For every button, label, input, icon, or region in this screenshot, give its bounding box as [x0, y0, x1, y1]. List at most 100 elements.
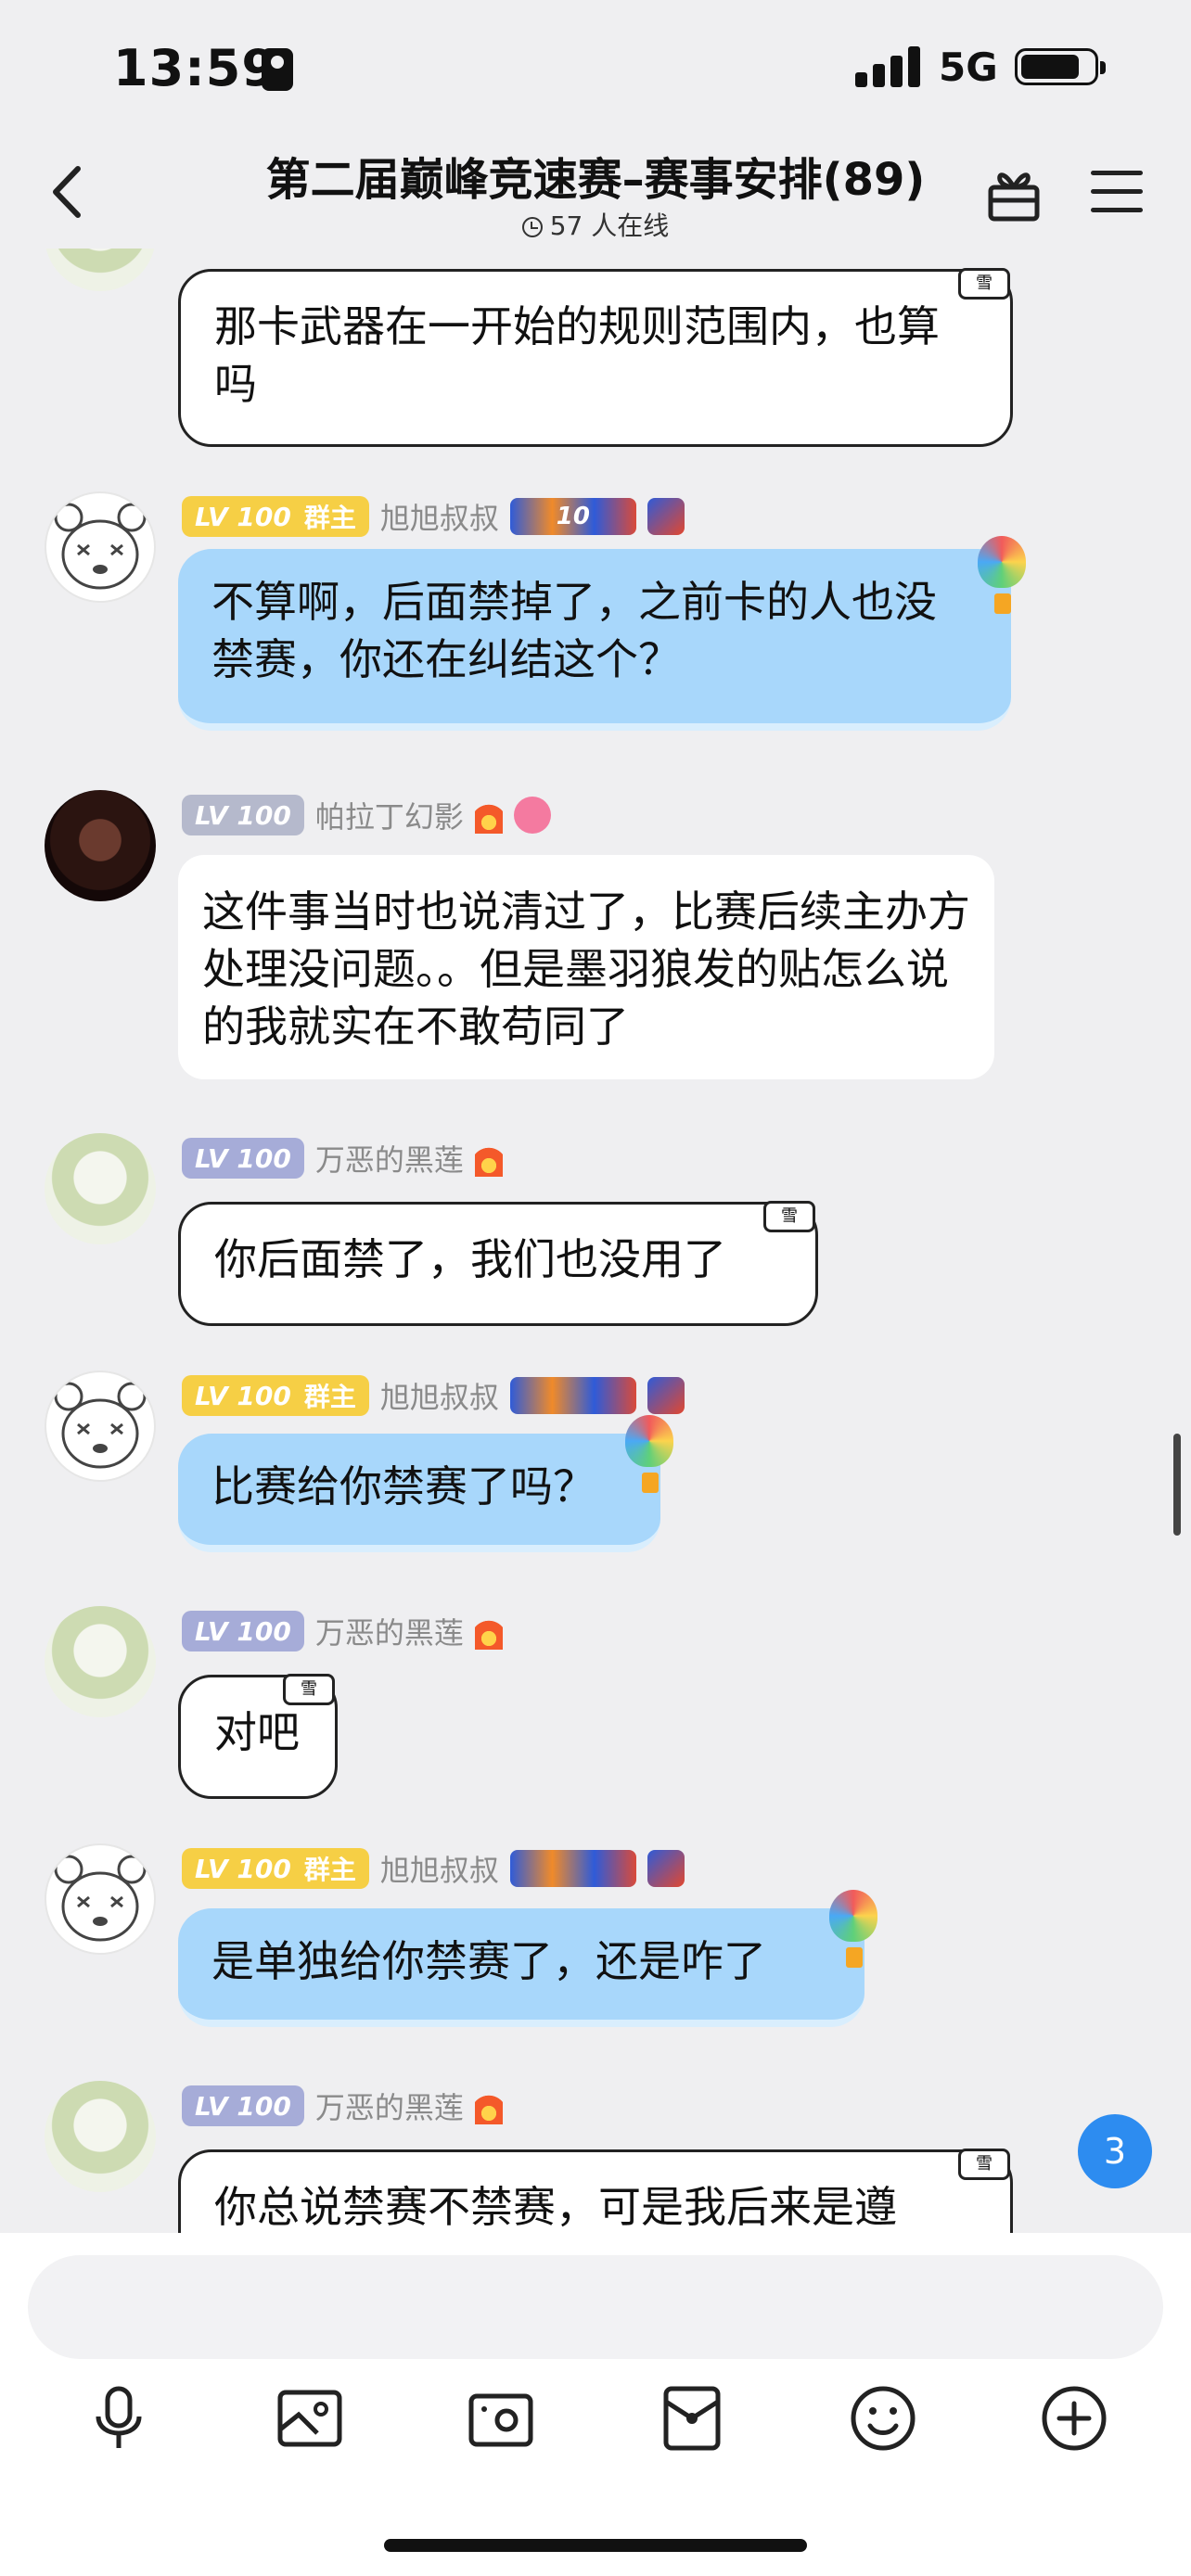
level-badge: LV 100 [182, 2085, 304, 2126]
level-badge: LV 100 群主 [182, 496, 369, 537]
signal-icon [855, 45, 922, 87]
message-meta: LV 100 群主 旭旭叔叔 [182, 1374, 685, 1417]
image-icon [277, 2390, 342, 2447]
sender-name[interactable]: 万恶的黑莲 [315, 1137, 464, 1180]
balloon-icon [625, 1415, 673, 1495]
group-title[interactable]: 第二届巅峰竞速赛–赛事安排(89) [186, 143, 1005, 208]
role-label: 群主 [303, 1382, 356, 1412]
avatar[interactable] [45, 1133, 156, 1244]
bear-icon [54, 1855, 147, 1942]
message-input[interactable] [28, 2255, 1163, 2359]
message-text: 比赛给你禁赛了吗？ [211, 1461, 596, 1511]
gift-icon [988, 172, 1040, 222]
red-packet-button[interactable] [655, 2381, 729, 2455]
chevron-left-icon [53, 166, 81, 218]
bear-icon [54, 1382, 147, 1469]
message-text: 你总说禁赛不禁赛，可是我后来是遵 [214, 2182, 897, 2232]
level-text: LV 100 [195, 1853, 291, 1884]
level-badge: LV 100 [182, 795, 304, 835]
avatar[interactable] [45, 2081, 156, 2192]
home-indicator[interactable] [384, 2539, 807, 2552]
message-bubble[interactable]: 比赛给你禁赛了吗？ [178, 1434, 660, 1552]
star-badge-icon [647, 498, 685, 535]
balloon-icon [829, 1890, 877, 1970]
input-area [0, 2233, 1191, 2576]
level-text: LV 100 [195, 1615, 291, 1647]
message-text: 你后面禁了，我们也没用了 [214, 1234, 726, 1284]
message-meta: LV 100 帕拉丁幻影 [182, 794, 551, 836]
message-text: 对吧 [214, 1707, 300, 1757]
bubble-tag: 雪 [958, 268, 1010, 300]
message-text: 那卡武器在一开始的规则范围内，也算吗 [214, 301, 940, 409]
level-badge: LV 100 [182, 1611, 304, 1651]
avatar[interactable] [45, 1371, 156, 1482]
message-bubble[interactable]: 雪 你后面禁了，我们也没用了 [178, 1201, 818, 1326]
menu-icon [1091, 171, 1143, 175]
network-label: 5G [939, 45, 998, 90]
fire-icon [474, 1613, 503, 1650]
image-button[interactable] [273, 2381, 347, 2455]
online-icon [521, 217, 543, 237]
message-meta: LV 100 群主 旭旭叔叔 10 [182, 495, 685, 538]
message-bubble[interactable]: 雪 那卡武器在一开始的规则范围内，也算吗 [178, 268, 1013, 447]
red-packet-icon [663, 2386, 721, 2451]
avatar[interactable] [45, 249, 156, 291]
back-button[interactable] [41, 159, 96, 224]
sender-name[interactable]: 万恶的黑莲 [315, 2085, 464, 2127]
bubble-tag: 雪 [958, 2149, 1010, 2180]
smile-badge-icon [513, 797, 551, 834]
message-text: 不算啊，后面禁掉了，之前卡的人也没禁赛，你还在纠结这个？ [211, 577, 937, 684]
sender-name[interactable]: 旭旭叔叔 [380, 1847, 499, 1890]
message-text: 这件事当时也说清过了，比赛后续主办方处理没问题。。但是墨羽狼发的贴怎么说的我就实… [202, 886, 970, 1052]
status-time: 13:59 [113, 39, 277, 97]
menu-button[interactable] [1091, 169, 1145, 215]
level-badge: LV 100 群主 [182, 1375, 369, 1416]
avatar[interactable] [45, 1606, 156, 1717]
fire-icon [474, 797, 503, 834]
bubble-tag: 雪 [763, 1201, 815, 1232]
sender-name[interactable]: 旭旭叔叔 [380, 1374, 499, 1417]
camera-icon [468, 2393, 533, 2447]
unread-count-badge[interactable]: 3 [1078, 2114, 1152, 2188]
avatar[interactable] [45, 491, 156, 603]
fire-icon [474, 1140, 503, 1177]
message-bubble[interactable]: 雪 你总说禁赛不禁赛，可是我后来是遵 [178, 2149, 1013, 2233]
emoji-icon [851, 2386, 916, 2451]
level-text: LV 100 [195, 799, 291, 831]
role-label: 群主 [303, 503, 356, 533]
message-meta: LV 100 万恶的黑莲 [182, 1137, 503, 1180]
sender-name[interactable]: 帕拉丁幻影 [315, 794, 464, 836]
honor-badge-icon [509, 1850, 636, 1887]
microphone-icon [96, 2386, 142, 2448]
camera-button[interactable] [464, 2381, 538, 2455]
message-bubble[interactable]: 雪 对吧 [178, 1674, 338, 1799]
more-button[interactable] [1037, 2381, 1111, 2455]
honor-badge-icon [509, 1377, 636, 1414]
honor-badge-icon: 10 [509, 498, 636, 535]
message-text: 是单独给你禁赛了，还是咋了 [211, 1936, 766, 1986]
message-bubble[interactable]: 不算啊，后面禁掉了，之前卡的人也没禁赛，你还在纠结这个？ [178, 549, 1011, 731]
online-count: 57 人在线 [371, 206, 820, 243]
scrollbar[interactable] [1173, 1434, 1181, 1536]
chat-list[interactable]: 雪 那卡武器在一开始的规则范围内，也算吗 LV 100 群主 旭旭叔叔 10 不算… [0, 249, 1191, 2233]
bear-icon [54, 503, 147, 590]
level-text: LV 100 [195, 501, 291, 532]
status-bar: 13:59 5G [0, 0, 1191, 139]
message-meta: LV 100 群主 旭旭叔叔 [182, 1847, 685, 1890]
star-badge-icon [647, 1850, 685, 1887]
voice-button[interactable] [82, 2381, 156, 2455]
avatar[interactable] [45, 790, 156, 901]
sender-name[interactable]: 万恶的黑莲 [315, 1610, 464, 1652]
gift-button[interactable] [987, 163, 1041, 223]
message-bubble[interactable]: 是单独给你禁赛了，还是咋了 [178, 1908, 864, 2027]
honor-badge-text: 10 [556, 503, 590, 530]
star-badge-icon [647, 1377, 685, 1414]
message-bubble[interactable]: 这件事当时也说清过了，比赛后续主办方处理没问题。。但是墨羽狼发的贴怎么说的我就实… [178, 855, 994, 1079]
bubble-tag: 雪 [283, 1674, 335, 1705]
avatar[interactable] [45, 1843, 156, 1955]
emoji-button[interactable] [846, 2381, 920, 2455]
level-text: LV 100 [195, 2090, 291, 2122]
sender-name[interactable]: 旭旭叔叔 [380, 495, 499, 538]
contact-card-icon [262, 48, 293, 91]
level-text: LV 100 [195, 1380, 291, 1411]
